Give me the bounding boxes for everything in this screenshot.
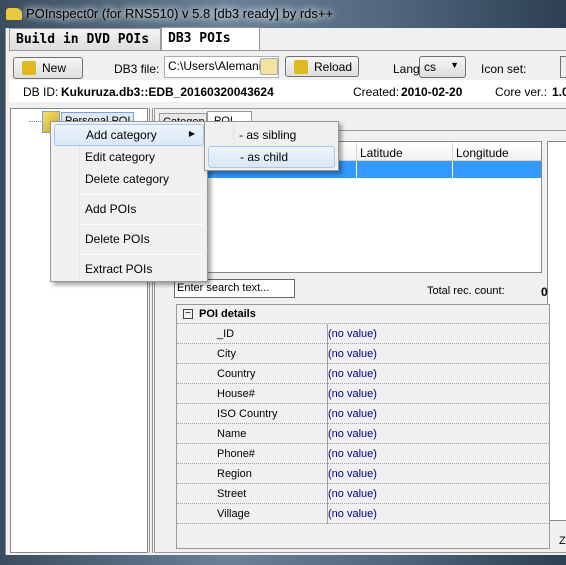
icon-set-select[interactable] [560, 56, 566, 78]
menu-item-delete-pois[interactable]: Delete POIs [54, 229, 150, 251]
property-name: City [217, 348, 236, 360]
db3-file-label: DB3 file: [114, 62, 160, 76]
collapse-icon[interactable]: − [183, 309, 193, 319]
total-rec-count-label: Total rec. count: [427, 285, 505, 297]
property-row[interactable]: Phone# (no value) [177, 444, 549, 464]
main-window: Build in DVD POIs DB3 POIs New DB3 file:… [5, 27, 566, 555]
property-value[interactable]: (no value) [328, 368, 377, 380]
db-id-label: DB ID: [23, 85, 59, 99]
column-longitude[interactable]: Longitude [456, 146, 509, 160]
property-value[interactable]: (no value) [328, 408, 377, 420]
property-row[interactable]: Name (no value) [177, 424, 549, 444]
window-title: POInspect0r (for RNS510) v 5.8 [db3 read… [26, 6, 334, 21]
menu-separator [81, 224, 203, 225]
property-name: Street [217, 488, 247, 500]
context-menu: Add category ▶ Edit category Delete categ… [50, 121, 208, 282]
chevron-down-icon: ▼ [450, 60, 459, 70]
property-row[interactable]: Street (no value) [177, 484, 549, 504]
property-value[interactable]: (no value) [328, 448, 377, 460]
property-row[interactable]: Village (no value) [177, 504, 549, 524]
property-name: Name [217, 428, 247, 440]
reload-icon [294, 60, 308, 74]
menu-item-as-child[interactable]: - as child [208, 146, 335, 168]
created-label: Created: [353, 85, 400, 99]
created-value: 2010-02-20 [401, 85, 463, 99]
core-ver-label: Core ver.: [495, 85, 548, 99]
db-info-bar: DB ID: Kukuruza.db3::EDB_20160320043624 … [9, 80, 566, 102]
reload-button[interactable]: Reload [285, 56, 359, 77]
property-value[interactable]: (no value) [328, 388, 377, 400]
submenu-arrow-icon: ▶ [188, 129, 195, 138]
menu-item-delete-category[interactable]: Delete category [54, 169, 169, 191]
db-id-value: Kukuruza.db3::EDB_20160320043624 [61, 85, 274, 99]
lang-value: cs [424, 60, 436, 74]
property-row[interactable]: Country (no value) [177, 364, 549, 384]
folder-open-icon[interactable] [260, 58, 278, 75]
property-name: Phone# [217, 448, 255, 460]
property-value[interactable]: (no value) [328, 328, 377, 340]
column-latitude[interactable]: Latitude [360, 146, 403, 160]
property-name: Region [217, 468, 252, 480]
property-name: Country [217, 368, 256, 380]
property-value[interactable]: (no value) [328, 488, 377, 500]
menu-separator [81, 254, 203, 255]
total-rec-count-value: 0 [541, 285, 548, 299]
property-name: Village [217, 508, 250, 520]
core-ver-value: 1.0 [552, 85, 566, 99]
tab-db3-pois[interactable]: DB3 POIs [161, 27, 260, 51]
property-row[interactable]: _ID (no value) [177, 324, 549, 344]
new-db-icon [22, 61, 36, 75]
menu-item-extract-pois[interactable]: Extract POIs [54, 259, 152, 281]
menu-separator [81, 194, 203, 195]
property-row[interactable]: City (no value) [177, 344, 549, 364]
reload-label: Reload [314, 60, 353, 74]
property-value[interactable]: (no value) [328, 428, 377, 440]
menu-item-add-category[interactable]: Add category ▶ [54, 124, 204, 146]
app-icon [6, 8, 22, 20]
menu-item-as-sibling[interactable]: - as sibling [208, 125, 335, 147]
property-row[interactable]: House# (no value) [177, 384, 549, 404]
menu-item-edit-category[interactable]: Edit category [54, 147, 155, 169]
property-row[interactable]: ISO Country (no value) [177, 404, 549, 424]
poi-details-grid[interactable]: − POI details _ID (no value) City (no value… [176, 304, 550, 549]
property-name: House# [217, 388, 255, 400]
lang-select[interactable]: cs ▼ [419, 56, 466, 78]
right-pane: Category POI list Latitude Longitude Ent… [154, 108, 566, 553]
zoom-label: Z [559, 535, 566, 547]
menu-label: Add category [86, 128, 157, 142]
tab-build-in-dvd-pois[interactable]: Build in DVD POIs [9, 28, 161, 50]
property-name: _ID [217, 328, 235, 340]
menu-item-add-pois[interactable]: Add POIs [54, 199, 136, 221]
property-value[interactable]: (no value) [328, 508, 377, 520]
icon-set-label: Icon set: [481, 62, 527, 76]
new-button[interactable]: New [13, 57, 83, 79]
new-label: New [42, 61, 67, 75]
property-name: ISO Country [217, 408, 278, 420]
poi-details-header: POI details [199, 308, 256, 320]
property-value[interactable]: (no value) [328, 348, 377, 360]
title-bar: POInspect0r (for RNS510) v 5.8 [db3 read… [0, 0, 566, 28]
property-row[interactable]: Region (no value) [177, 464, 549, 484]
property-value[interactable]: (no value) [328, 468, 377, 480]
submenu: - as sibling - as child [204, 121, 339, 171]
